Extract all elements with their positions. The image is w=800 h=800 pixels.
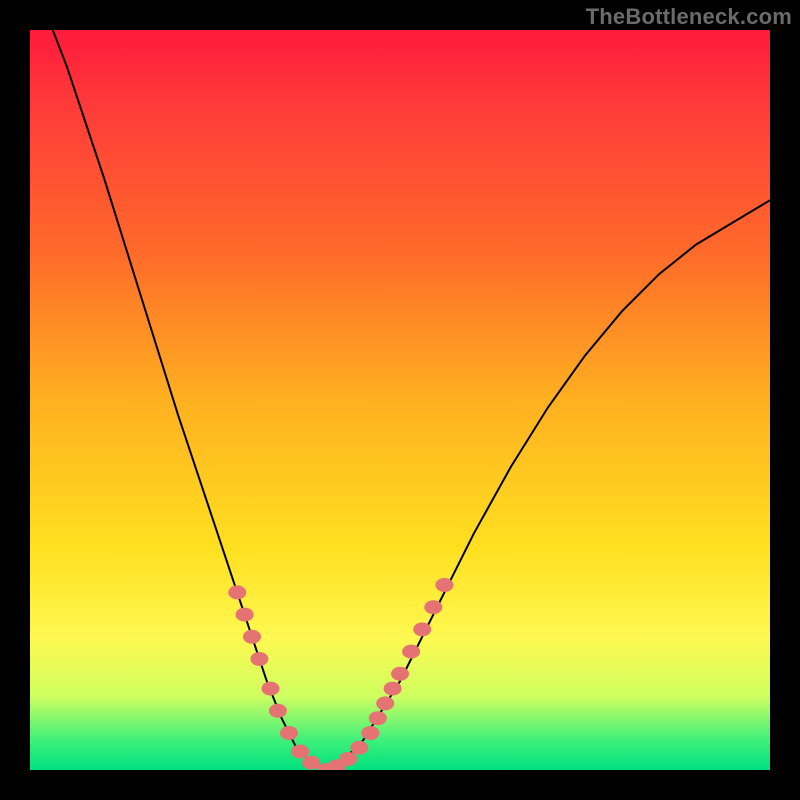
curve-marker	[269, 704, 287, 718]
curve-markers	[228, 578, 453, 770]
curve-marker	[391, 667, 409, 681]
curve-marker	[350, 741, 368, 755]
plot-area	[30, 30, 770, 770]
curve-marker	[435, 578, 453, 592]
curve-marker	[250, 652, 268, 666]
curve-marker	[262, 682, 280, 696]
curve-marker	[369, 711, 387, 725]
curve-marker	[361, 726, 379, 740]
curve-marker	[424, 600, 442, 614]
curve-marker	[413, 622, 431, 636]
curve-marker	[339, 752, 357, 766]
curve-marker	[376, 696, 394, 710]
curve-marker	[384, 682, 402, 696]
watermark-label: TheBottleneck.com	[586, 4, 792, 30]
curve-marker	[291, 745, 309, 759]
curve-marker	[243, 630, 261, 644]
curve-marker	[228, 585, 246, 599]
curve-marker	[280, 726, 298, 740]
curve-marker	[302, 756, 320, 770]
curve-marker	[236, 608, 254, 622]
chart-overlay	[30, 30, 770, 770]
outer-frame: TheBottleneck.com	[0, 0, 800, 800]
bottleneck-curve	[30, 30, 770, 770]
curve-marker	[402, 645, 420, 659]
